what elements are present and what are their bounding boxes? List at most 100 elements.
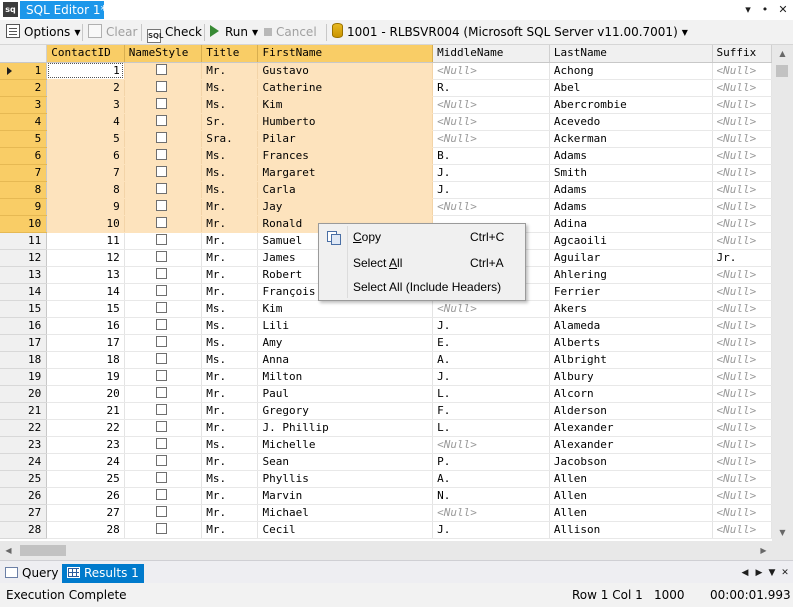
cell-suffix[interactable]: <Null> — [712, 385, 772, 403]
cell-namestyle[interactable] — [124, 215, 203, 233]
namestyle-checkbox[interactable] — [155, 114, 167, 126]
clear-button[interactable]: Clear — [88, 23, 137, 42]
cell-suffix[interactable]: <Null> — [712, 453, 772, 471]
cell-suffix[interactable]: <Null> — [712, 402, 772, 420]
cell-lastname[interactable]: Alexander — [549, 436, 713, 454]
cell-namestyle[interactable] — [124, 266, 203, 284]
cell-namestyle[interactable] — [124, 300, 203, 318]
cell-title[interactable]: Ms. — [201, 164, 259, 182]
cell-middlename[interactable]: N. — [432, 487, 550, 505]
table-row[interactable]: 17 17 Ms. Amy E. Alberts <Null> — [0, 334, 772, 352]
table-row[interactable]: 1 1 Mr. Gustavo <Null> Achong <Null> — [0, 62, 772, 80]
table-row[interactable]: 25 25 Ms. Phyllis A. Allen <Null> — [0, 470, 772, 488]
namestyle-checkbox[interactable] — [155, 369, 167, 381]
cell-namestyle[interactable] — [124, 334, 203, 352]
table-row[interactable]: 28 28 Mr. Cecil J. Allison <Null> — [0, 521, 772, 539]
row-header[interactable]: 8 — [0, 181, 48, 199]
cell-lastname[interactable]: Jacobson — [549, 453, 713, 471]
cell-title[interactable]: Ms. — [201, 181, 259, 199]
cell-namestyle[interactable] — [124, 96, 203, 114]
cell-middlename[interactable]: R. — [432, 79, 550, 97]
namestyle-checkbox[interactable] — [155, 420, 167, 432]
menu-item-copy[interactable]: Copy Ctrl+C — [321, 226, 523, 248]
namestyle-checkbox[interactable] — [155, 301, 167, 313]
column-header-firstname[interactable]: FirstName — [257, 45, 434, 63]
cell-contactid[interactable]: 2 — [46, 79, 125, 97]
namestyle-checkbox[interactable] — [155, 403, 167, 415]
cell-lastname[interactable]: Acevedo — [549, 113, 713, 131]
scroll-right-icon[interactable]: ▶ — [755, 541, 772, 560]
connection-selector[interactable]: 1001 - RLBSVR004 (Microsoft SQL Server v… — [332, 23, 688, 42]
cell-middlename[interactable]: L. — [432, 385, 550, 403]
namestyle-checkbox[interactable] — [155, 182, 167, 194]
check-button[interactable]: SQL Check — [147, 23, 202, 43]
cell-namestyle[interactable] — [124, 164, 203, 182]
cell-lastname[interactable]: Albury — [549, 368, 713, 386]
cell-contactid[interactable]: 11 — [46, 232, 125, 250]
row-header[interactable]: 1 — [0, 62, 48, 80]
cell-firstname[interactable]: Margaret — [257, 164, 434, 182]
cell-suffix[interactable]: <Null> — [712, 419, 772, 437]
cell-title[interactable]: Mr. — [201, 266, 259, 284]
cell-suffix[interactable]: <Null> — [712, 181, 772, 199]
cell-lastname[interactable]: Albright — [549, 351, 713, 369]
cell-middlename[interactable]: <Null> — [432, 62, 550, 80]
horizontal-scroll-thumb[interactable] — [20, 545, 66, 556]
cell-suffix[interactable]: <Null> — [712, 317, 772, 335]
cell-contactid[interactable]: 12 — [46, 249, 125, 267]
cell-contactid[interactable]: 7 — [46, 164, 125, 182]
cell-suffix[interactable]: <Null> — [712, 232, 772, 250]
tab-scroll-right-icon[interactable]: ▶ — [753, 567, 765, 579]
cell-firstname[interactable]: Phyllis — [257, 470, 434, 488]
menu-item-select-all[interactable]: Select All Ctrl+A — [321, 252, 523, 274]
column-header-contactid[interactable]: ContactID — [46, 45, 125, 63]
cell-suffix[interactable]: <Null> — [712, 334, 772, 352]
cell-lastname[interactable]: Aguilar — [549, 249, 713, 267]
table-row[interactable]: 18 18 Ms. Anna A. Albright <Null> — [0, 351, 772, 369]
namestyle-checkbox[interactable] — [155, 284, 167, 296]
cell-contactid[interactable]: 23 — [46, 436, 125, 454]
cell-contactid[interactable]: 19 — [46, 368, 125, 386]
row-header[interactable]: 5 — [0, 130, 48, 148]
cell-namestyle[interactable] — [124, 419, 203, 437]
cell-lastname[interactable]: Achong — [549, 62, 713, 80]
namestyle-checkbox[interactable] — [155, 216, 167, 228]
namestyle-checkbox[interactable] — [155, 437, 167, 449]
table-row[interactable]: 27 27 Mr. Michael <Null> Allen <Null> — [0, 504, 772, 522]
namestyle-checkbox[interactable] — [155, 488, 167, 500]
cell-contactid[interactable]: 3 — [46, 96, 125, 114]
table-row[interactable]: 26 26 Mr. Marvin N. Allen <Null> — [0, 487, 772, 505]
cell-suffix[interactable]: <Null> — [712, 504, 772, 522]
cell-lastname[interactable]: Adams — [549, 198, 713, 216]
cell-firstname[interactable]: Sean — [257, 453, 434, 471]
row-header[interactable]: 18 — [0, 351, 48, 369]
cell-title[interactable]: Ms. — [201, 147, 259, 165]
cell-namestyle[interactable] — [124, 470, 203, 488]
cell-contactid[interactable]: 25 — [46, 470, 125, 488]
cell-firstname[interactable]: Kim — [257, 96, 434, 114]
cell-firstname[interactable]: Pilar — [257, 130, 434, 148]
vertical-scrollbar[interactable]: ▲ ▼ — [772, 45, 793, 541]
cell-firstname[interactable]: Amy — [257, 334, 434, 352]
cell-title[interactable]: Sr. — [201, 113, 259, 131]
cell-firstname[interactable]: Cecil — [257, 521, 434, 539]
cell-namestyle[interactable] — [124, 402, 203, 420]
cell-contactid[interactable]: 28 — [46, 521, 125, 539]
cell-title[interactable]: Ms. — [201, 351, 259, 369]
column-header-title[interactable]: Title — [201, 45, 259, 63]
table-row[interactable]: 3 3 Ms. Kim <Null> Abercrombie <Null> — [0, 96, 772, 114]
cell-title[interactable]: Mr. — [201, 521, 259, 539]
table-row[interactable]: 2 2 Ms. Catherine R. Abel <Null> — [0, 79, 772, 97]
cell-suffix[interactable]: <Null> — [712, 215, 772, 233]
table-row[interactable]: 8 8 Ms. Carla J. Adams <Null> — [0, 181, 772, 199]
cell-suffix[interactable]: <Null> — [712, 487, 772, 505]
table-row[interactable]: 5 5 Sra. Pilar <Null> Ackerman <Null> — [0, 130, 772, 148]
table-row[interactable]: 22 22 Mr. J. Phillip L. Alexander <Null> — [0, 419, 772, 437]
table-row[interactable]: 24 24 Mr. Sean P. Jacobson <Null> — [0, 453, 772, 471]
row-header[interactable]: 26 — [0, 487, 48, 505]
cell-firstname[interactable]: Anna — [257, 351, 434, 369]
row-header[interactable]: 23 — [0, 436, 48, 454]
cell-lastname[interactable]: Allen — [549, 504, 713, 522]
vertical-scroll-thumb[interactable] — [776, 65, 788, 77]
cell-firstname[interactable]: Kim — [257, 300, 434, 318]
